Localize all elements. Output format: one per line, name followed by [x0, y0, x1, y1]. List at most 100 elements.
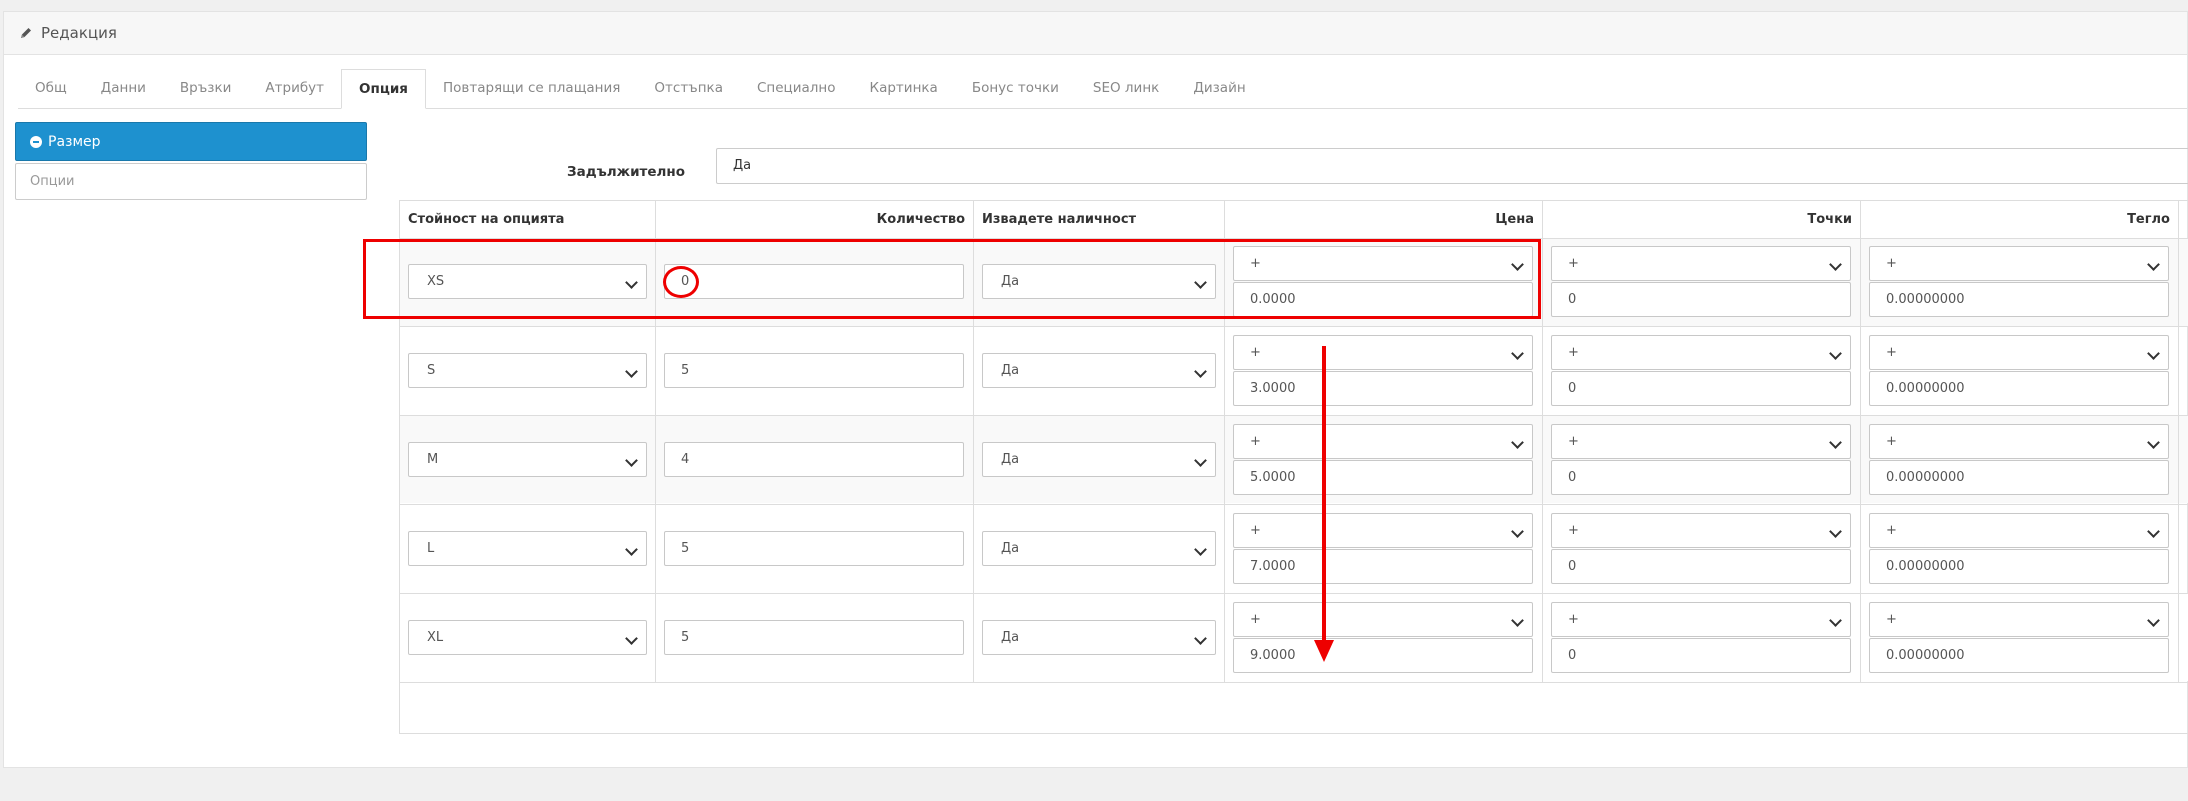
- chevron-down-icon: [2147, 614, 2160, 627]
- points-input[interactable]: 0: [1551, 638, 1851, 673]
- weight-input[interactable]: 0.00000000: [1869, 460, 2169, 495]
- tab-general[interactable]: Общ: [18, 69, 84, 108]
- weight-prefix-select[interactable]: +: [1869, 513, 2169, 548]
- weight-input[interactable]: 0.00000000: [1869, 282, 2169, 317]
- options-input[interactable]: Опции: [15, 163, 367, 200]
- chevron-down-icon: [2147, 436, 2160, 449]
- subtract-select[interactable]: Да: [982, 353, 1216, 388]
- price-prefix-select[interactable]: +: [1233, 424, 1533, 459]
- points-prefix-select[interactable]: +: [1551, 246, 1851, 281]
- subtract-select[interactable]: Да: [982, 531, 1216, 566]
- row-divider: [400, 326, 2188, 327]
- tab-option[interactable]: Опция: [341, 69, 426, 109]
- weight-input[interactable]: 0.00000000: [1869, 371, 2169, 406]
- chevron-down-icon: [625, 632, 638, 645]
- weight-prefix-select[interactable]: +: [1869, 424, 2169, 459]
- tab-recurring[interactable]: Повтарящи се плащания: [426, 69, 637, 108]
- tab-special[interactable]: Специално: [740, 69, 853, 108]
- price-input[interactable]: 7.0000: [1233, 549, 1533, 584]
- points-prefix-text: +: [1568, 612, 1579, 627]
- option-size-button[interactable]: Размер: [15, 122, 367, 161]
- price-prefix-text: +: [1250, 523, 1261, 538]
- chevron-down-icon: [1829, 258, 1842, 271]
- points-input[interactable]: 0: [1551, 460, 1851, 495]
- header-option-value: Стойност на опцията: [408, 212, 565, 227]
- option-value-text: M: [427, 452, 439, 467]
- quantity-input[interactable]: 5: [664, 620, 964, 655]
- subtract-select[interactable]: Да: [982, 620, 1216, 655]
- chevron-down-icon: [625, 543, 638, 556]
- tab-attribute[interactable]: Атрибут: [248, 69, 341, 108]
- price-input[interactable]: 3.0000: [1233, 371, 1533, 406]
- chevron-down-icon: [1194, 365, 1207, 378]
- tab-image[interactable]: Картинка: [853, 69, 955, 108]
- points-prefix-text: +: [1568, 345, 1579, 360]
- weight-prefix-text: +: [1886, 434, 1897, 449]
- column-divider: [2178, 201, 2179, 682]
- option-value-select[interactable]: M: [408, 442, 647, 477]
- price-input[interactable]: 9.0000: [1233, 638, 1533, 673]
- row-divider: [400, 682, 2188, 683]
- header-subtract: Извадете наличност: [982, 212, 1137, 227]
- weight-prefix-text: +: [1886, 345, 1897, 360]
- price-prefix-select[interactable]: +: [1233, 335, 1533, 370]
- points-input[interactable]: 0: [1551, 549, 1851, 584]
- price-prefix-text: +: [1250, 612, 1261, 627]
- weight-prefix-text: +: [1886, 256, 1897, 271]
- header-points: Точки: [1807, 212, 1852, 227]
- points-prefix-select[interactable]: +: [1551, 513, 1851, 548]
- subtract-text: Да: [1001, 541, 1020, 556]
- subtract-text: Да: [1001, 630, 1020, 645]
- chevron-down-icon: [1829, 347, 1842, 360]
- header-quantity: Количество: [876, 212, 965, 227]
- option-value-select[interactable]: S: [408, 353, 647, 388]
- subtract-select[interactable]: Да: [982, 442, 1216, 477]
- price-input[interactable]: 5.0000: [1233, 460, 1533, 495]
- weight-input[interactable]: 0.00000000: [1869, 549, 2169, 584]
- tab-design[interactable]: Дизайн: [1176, 69, 1262, 108]
- tab-links[interactable]: Връзки: [163, 69, 248, 108]
- points-prefix-text: +: [1568, 434, 1579, 449]
- chevron-down-icon: [625, 365, 638, 378]
- points-input[interactable]: 0: [1551, 371, 1851, 406]
- chevron-down-icon: [2147, 525, 2160, 538]
- required-select[interactable]: Да: [716, 148, 2188, 184]
- option-value-select[interactable]: L: [408, 531, 647, 566]
- weight-prefix-select[interactable]: +: [1869, 335, 2169, 370]
- points-prefix-select[interactable]: +: [1551, 335, 1851, 370]
- annotation-highlight-circle: [663, 266, 699, 298]
- quantity-input[interactable]: 5: [664, 531, 964, 566]
- chevron-down-icon: [625, 454, 638, 467]
- row-divider: [400, 415, 2188, 416]
- minus-circle-icon[interactable]: [30, 135, 42, 148]
- points-prefix-select[interactable]: +: [1551, 424, 1851, 459]
- chevron-down-icon: [2147, 347, 2160, 360]
- chevron-down-icon: [1829, 436, 1842, 449]
- price-prefix-select[interactable]: +: [1233, 602, 1533, 637]
- weight-prefix-select[interactable]: +: [1869, 602, 2169, 637]
- option-value-text: S: [427, 363, 436, 378]
- tab-data[interactable]: Данни: [84, 69, 163, 108]
- quantity-input[interactable]: 4: [664, 442, 964, 477]
- annotation-arrow-down-icon: [1314, 346, 1334, 662]
- points-input[interactable]: 0: [1551, 282, 1851, 317]
- column-divider: [1542, 201, 1543, 682]
- chevron-down-icon: [1194, 543, 1207, 556]
- option-value-select[interactable]: XL: [408, 620, 647, 655]
- header-weight: Тегло: [2127, 212, 2170, 227]
- price-prefix-select[interactable]: +: [1233, 513, 1533, 548]
- price-prefix-text: +: [1250, 345, 1261, 360]
- weight-input[interactable]: 0.00000000: [1869, 638, 2169, 673]
- quantity-input[interactable]: 5: [664, 353, 964, 388]
- points-prefix-select[interactable]: +: [1551, 602, 1851, 637]
- tab-reward-points[interactable]: Бонус точки: [955, 69, 1076, 108]
- price-prefix-text: +: [1250, 434, 1261, 449]
- weight-prefix-text: +: [1886, 612, 1897, 627]
- panel-title: Редакция: [41, 24, 117, 42]
- tab-seo[interactable]: SEO линк: [1076, 69, 1176, 108]
- chevron-down-icon: [1511, 525, 1524, 538]
- tab-discount[interactable]: Отстъпка: [637, 69, 740, 108]
- panel-heading: Редакция: [4, 12, 2187, 55]
- weight-prefix-select[interactable]: +: [1869, 246, 2169, 281]
- option-value-text: L: [427, 541, 435, 556]
